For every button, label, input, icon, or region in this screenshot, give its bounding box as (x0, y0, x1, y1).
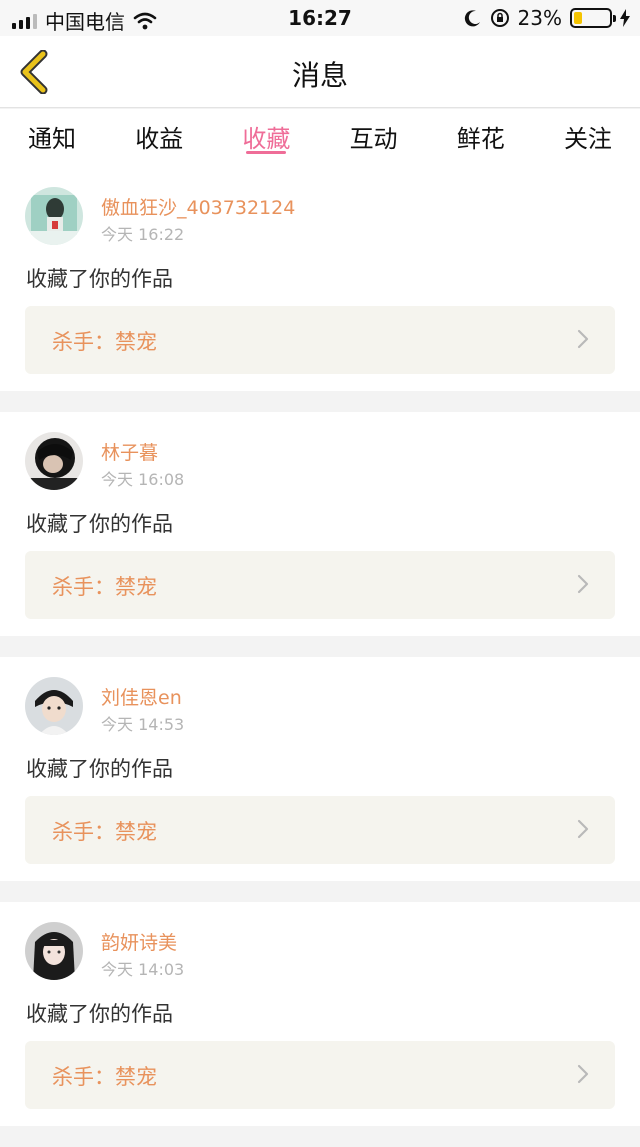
status-right: 23% (464, 6, 630, 30)
work-link[interactable]: 杀手：禁宠 (25, 551, 615, 619)
chevron-right-icon (577, 1064, 589, 1084)
nav-bar: 消息 (0, 36, 640, 108)
battery-fill (574, 12, 582, 24)
chevron-right-icon (577, 819, 589, 839)
rotation-lock-icon (490, 9, 509, 27)
avatar[interactable] (25, 432, 83, 490)
tab-flowers[interactable]: 鲜花 (453, 109, 509, 167)
battery-icon (570, 8, 616, 28)
work-link[interactable]: 杀手：禁宠 (25, 796, 615, 864)
user-name[interactable]: 林子暮 (101, 438, 158, 465)
message-time: 今天 16:08 (101, 470, 185, 489)
battery-percent: 23% (517, 6, 562, 30)
tab-notice[interactable]: 通知 (24, 109, 80, 167)
work-title: 杀手：禁宠 (52, 1065, 157, 1089)
action-text: 收藏了你的作品 (26, 512, 173, 536)
chevron-right-icon (577, 329, 589, 349)
avatar[interactable] (25, 187, 83, 245)
action-text: 收藏了你的作品 (26, 267, 173, 291)
message-card: 傲血狂沙_403732124 今天 16:22 收藏了你的作品 杀手：禁宠 (0, 167, 640, 391)
message-time: 今天 14:53 (101, 715, 185, 734)
tab-interaction[interactable]: 互动 (346, 109, 402, 167)
user-name[interactable]: 韵妍诗美 (101, 928, 177, 955)
message-time: 今天 16:22 (101, 225, 185, 244)
avatar[interactable] (25, 677, 83, 735)
work-title: 杀手：禁宠 (52, 330, 157, 354)
work-title: 杀手：禁宠 (52, 820, 157, 844)
tab-favorites[interactable]: 收藏 (238, 109, 294, 167)
message-list: 傲血狂沙_403732124 今天 16:22 收藏了你的作品 杀手：禁宠 林子… (0, 167, 640, 1147)
tab-follow[interactable]: 关注 (560, 109, 616, 167)
status-bar: 中国电信 16:27 23% (0, 0, 640, 36)
work-title: 杀手：禁宠 (52, 575, 157, 599)
charging-bolt-icon (620, 9, 630, 27)
message-tabs: 通知 收益 收藏 互动 鲜花 关注 (0, 109, 640, 167)
message-card: 刘佳恩en 今天 14:53 收藏了你的作品 杀手：禁宠 (0, 657, 640, 881)
chevron-right-icon (577, 574, 589, 594)
work-link[interactable]: 杀手：禁宠 (25, 306, 615, 374)
action-text: 收藏了你的作品 (26, 1002, 173, 1026)
user-name[interactable]: 傲血狂沙_403732124 (101, 193, 295, 220)
page-title: 消息 (291, 59, 348, 92)
moon-icon (464, 10, 480, 27)
tab-income[interactable]: 收益 (131, 109, 187, 167)
message-card: 韵妍诗美 今天 14:03 收藏了你的作品 杀手：禁宠 (0, 902, 640, 1126)
action-text: 收藏了你的作品 (26, 757, 173, 781)
avatar[interactable] (25, 922, 83, 980)
message-card: 林子暮 今天 16:08 收藏了你的作品 杀手：禁宠 (0, 412, 640, 636)
work-link[interactable]: 杀手：禁宠 (25, 1041, 615, 1109)
message-time: 今天 14:03 (101, 960, 185, 979)
user-name[interactable]: 刘佳恩en (101, 683, 182, 710)
